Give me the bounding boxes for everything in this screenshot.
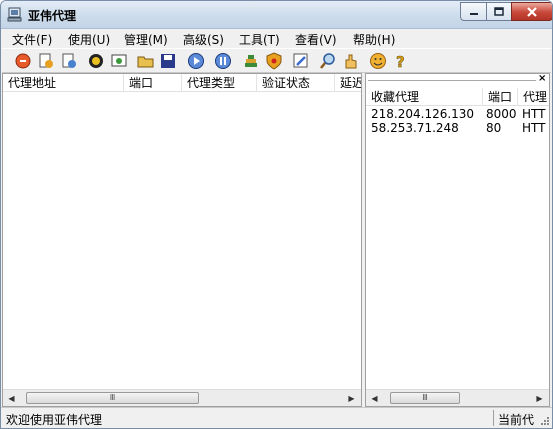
col-fav-type[interactable]: 代理 [518, 88, 549, 106]
resize-grip-icon[interactable] [539, 415, 550, 426]
minimize-button[interactable] [460, 2, 487, 21]
maximize-button[interactable] [486, 2, 512, 21]
menu-file[interactable]: 文件(F) [12, 31, 52, 48]
fav-address: 58.253.71.248 [371, 121, 459, 135]
menu-advanced[interactable]: 高级(S) [183, 31, 224, 48]
scroll-thumb[interactable]: Ⅲ [26, 392, 199, 404]
play-icon[interactable] [187, 52, 205, 70]
title-bar[interactable]: 亚伟代理 [1, 1, 552, 29]
col-port[interactable]: 端口 [124, 74, 182, 92]
hand-icon[interactable] [342, 52, 360, 70]
menu-tools[interactable]: 工具(T) [239, 31, 280, 48]
status-bar: 欢迎使用亚伟代理 当前代 [1, 407, 552, 428]
fav-type: HTT [522, 121, 546, 135]
col-fav-address[interactable]: 收藏代理 [366, 88, 483, 106]
scroll-left-icon[interactable]: ◀ [369, 393, 380, 404]
status-message: 欢迎使用亚伟代理 [6, 413, 103, 427]
col-proxy-address[interactable]: 代理地址 [3, 74, 124, 92]
scroll-right-icon[interactable]: ▶ [534, 393, 545, 404]
import-icon[interactable] [37, 52, 55, 70]
pause-icon[interactable] [214, 52, 232, 70]
start-icon[interactable] [14, 52, 32, 70]
menu-use[interactable]: 使用(U) [68, 31, 110, 48]
app-window: 亚伟代理 文件(F) 使用(U) 管理(M) 高级(S) 工具(T) 查看(V)… [0, 0, 553, 429]
proxy-list-hscrollbar[interactable]: ◀ Ⅲ ▶ [3, 389, 361, 406]
col-fav-port[interactable]: 端口 [483, 88, 518, 106]
table-row[interactable]: 58.253.71.248 80 HTT [366, 121, 549, 135]
search-icon[interactable] [319, 52, 337, 70]
maximize-icon [494, 7, 504, 16]
stack-icon[interactable] [242, 52, 260, 70]
fav-type: HTT [522, 107, 546, 121]
col-proxy-type[interactable]: 代理类型 [182, 74, 257, 92]
status-divider [493, 410, 494, 426]
proxy-list-panel[interactable]: 代理地址 端口 代理类型 验证状态 延迟 ◀ Ⅲ ▶ [2, 73, 362, 407]
favorites-hscrollbar[interactable]: ◀ Ⅲ ▶ [366, 389, 549, 406]
menu-help[interactable]: 帮助(H) [353, 31, 395, 48]
web-icon[interactable] [110, 52, 128, 70]
favorites-header: 收藏代理 端口 代理 [366, 88, 549, 106]
fav-port: 80 [486, 121, 502, 135]
col-verify-status[interactable]: 验证状态 [257, 74, 335, 92]
svg-text:?: ? [396, 53, 405, 70]
verify-icon[interactable] [87, 52, 105, 70]
col-latency[interactable]: 延迟 [335, 74, 361, 92]
app-icon [7, 7, 22, 22]
status-current: 当前代 [498, 413, 535, 427]
open-folder-icon[interactable] [137, 52, 155, 70]
scroll-right-icon[interactable]: ▶ [346, 393, 357, 404]
menu-view[interactable]: 查看(V) [295, 31, 337, 48]
close-icon [527, 6, 537, 17]
menu-manage[interactable]: 管理(M) [124, 31, 168, 48]
menu-bar: 文件(F) 使用(U) 管理(M) 高级(S) 工具(T) 查看(V) 帮助(H… [1, 29, 552, 48]
favorites-gripper[interactable] [368, 76, 536, 81]
edit-icon[interactable] [292, 52, 310, 70]
close-button[interactable] [511, 2, 552, 21]
minimize-icon [469, 12, 478, 15]
table-row[interactable]: 218.204.126.130 8000 HTT [366, 107, 549, 121]
proxy-list-header: 代理地址 端口 代理类型 验证状态 延迟 [3, 74, 361, 92]
toolbar: ? [2, 48, 551, 73]
fav-address: 218.204.126.130 [371, 107, 475, 121]
favorites-panel[interactable]: × 收藏代理 端口 代理 218.204.126.130 8000 HTT 58… [365, 73, 550, 407]
fav-port: 8000 [486, 107, 517, 121]
export-icon[interactable] [60, 52, 78, 70]
scroll-thumb[interactable]: Ⅲ [390, 392, 460, 404]
favorites-close-icon[interactable]: × [538, 73, 546, 84]
scroll-left-icon[interactable]: ◀ [6, 393, 17, 404]
help-icon[interactable]: ? [391, 52, 409, 70]
shield-icon[interactable] [265, 52, 283, 70]
save-icon[interactable] [159, 52, 177, 70]
window-title: 亚伟代理 [28, 9, 77, 23]
smile-icon[interactable] [369, 52, 387, 70]
